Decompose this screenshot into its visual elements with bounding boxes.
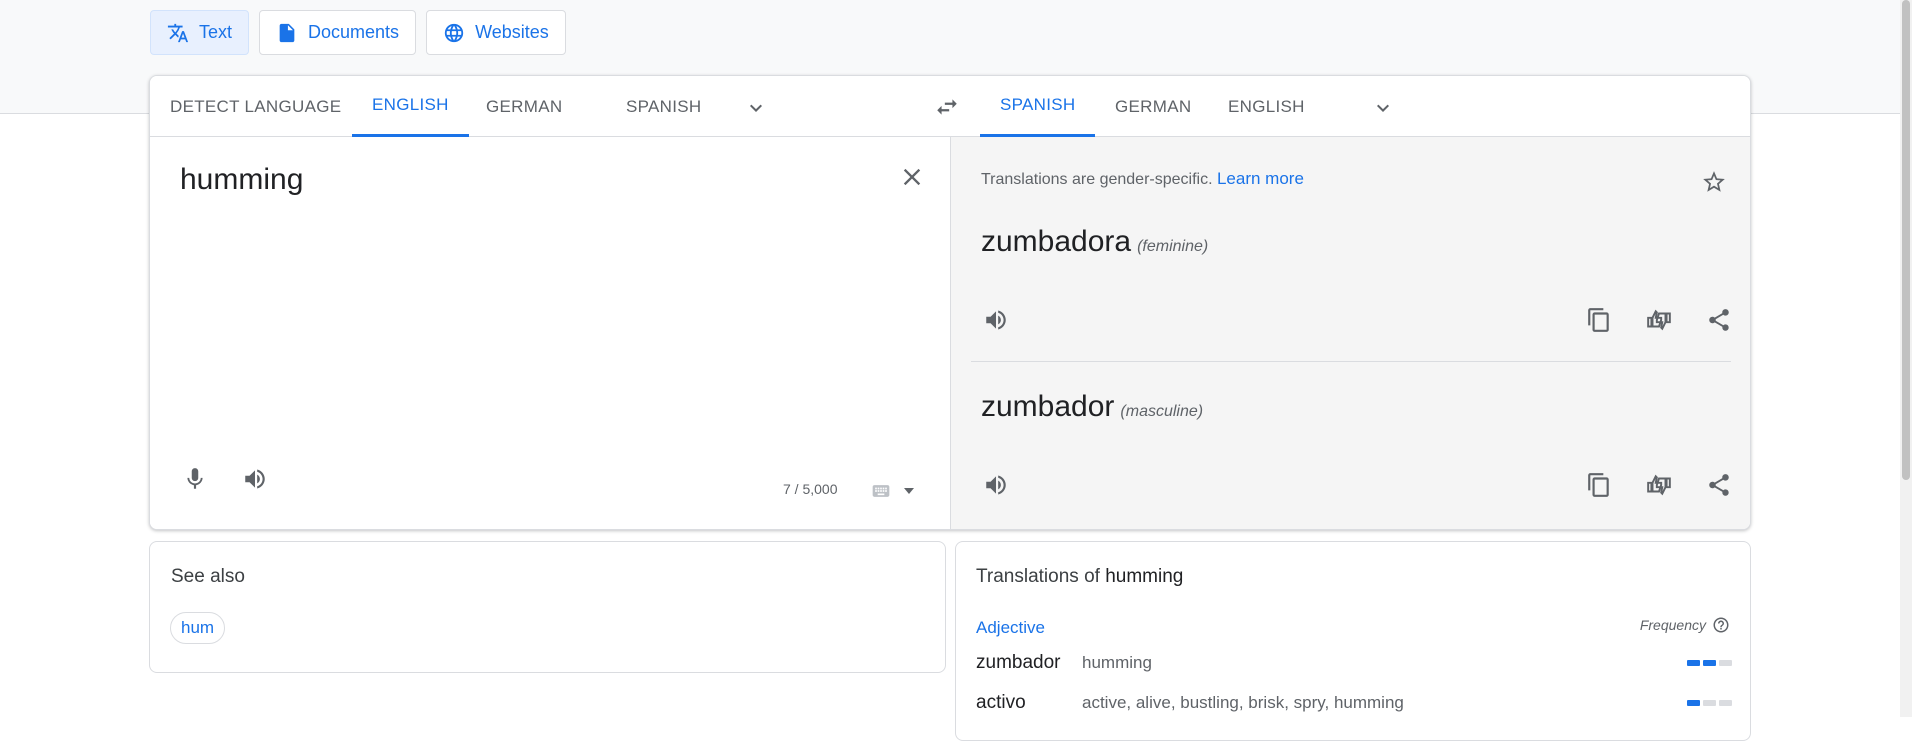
target-tab-english[interactable]: ENGLISH <box>1208 76 1325 137</box>
frequency-bars <box>1687 700 1732 706</box>
copy-icon[interactable] <box>1584 305 1614 335</box>
translations-of-card: Translations of humming Adjective Freque… <box>955 541 1751 741</box>
share-icon[interactable] <box>1704 305 1734 335</box>
target-more-chevron-icon[interactable] <box>1371 96 1395 120</box>
translations-of-term: humming <box>1105 566 1184 587</box>
keyboard-selector[interactable] <box>868 481 914 501</box>
translation-word: zumbadora <box>981 225 1132 258</box>
microphone-icon[interactable] <box>180 464 210 494</box>
translations-of-heading: Translations of humming <box>976 566 1183 588</box>
translation-row[interactable]: zumbador humming <box>976 648 1732 678</box>
character-count: 7 / 5,000 <box>783 481 838 497</box>
frequency-label: Frequency <box>1639 617 1706 633</box>
translations-of-prefix: Translations of <box>976 566 1100 587</box>
frequency-header: Frequency <box>1640 616 1730 634</box>
language-bar: DETECT LANGUAGE ENGLISH GERMAN SPANISH S… <box>150 76 1750 137</box>
translation-row[interactable]: activo active, alive, bustling, brisk, s… <box>976 688 1732 718</box>
mode-websites-label: Websites <box>475 22 549 42</box>
rate-translation-icon[interactable] <box>1644 305 1674 335</box>
target-pane: Translations are gender-specific. Learn … <box>950 137 1750 529</box>
save-star-icon[interactable] <box>1699 167 1729 197</box>
help-icon[interactable] <box>1712 616 1730 634</box>
learn-more-link[interactable]: Learn more <box>1217 169 1304 188</box>
mode-text-label: Text <box>199 22 233 42</box>
source-more-chevron-icon[interactable] <box>744 96 768 120</box>
scrollbar-thumb[interactable] <box>1902 0 1910 480</box>
source-tab-german[interactable]: GERMAN <box>466 76 582 137</box>
gender-note: Translations are gender-specific. Learn … <box>981 169 1304 189</box>
target-tab-spanish[interactable]: SPANISH <box>980 76 1096 137</box>
translation-row-word: activo <box>976 692 1026 713</box>
translation-row-synonyms: humming <box>1082 653 1152 672</box>
gender-tag: (masculine) <box>1120 403 1204 420</box>
results-divider <box>971 361 1731 362</box>
translation-result-feminine: zumbadora (feminine) <box>981 225 1208 259</box>
source-tab-detect[interactable]: DETECT LANGUAGE <box>150 76 361 137</box>
share-icon[interactable] <box>1704 470 1734 500</box>
translator-card: DETECT LANGUAGE ENGLISH GERMAN SPANISH S… <box>149 75 1751 530</box>
translation-row-synonyms: active, alive, bustling, brisk, spry, hu… <box>1082 693 1404 712</box>
gender-tag: (feminine) <box>1137 238 1209 255</box>
translate-icon <box>167 23 189 42</box>
speaker-icon[interactable] <box>981 305 1011 335</box>
see-also-card: See also hum <box>149 541 946 673</box>
target-tab-german[interactable]: GERMAN <box>1095 76 1211 137</box>
translation-word: zumbador <box>981 390 1115 423</box>
mode-documents-label: Documents <box>308 22 400 42</box>
mode-selector: Text Documents Websites <box>150 10 566 55</box>
source-tab-spanish[interactable]: SPANISH <box>606 76 721 137</box>
document-icon <box>279 23 295 42</box>
source-speaker-icon[interactable] <box>240 464 270 494</box>
mode-documents-button[interactable]: Documents <box>259 10 417 55</box>
page-scrollbar[interactable] <box>1900 0 1912 717</box>
caret-down-icon <box>904 488 914 494</box>
globe-icon <box>444 23 464 42</box>
copy-icon[interactable] <box>1584 470 1614 500</box>
speaker-icon[interactable] <box>981 470 1011 500</box>
gender-note-text: Translations are gender-specific. <box>981 171 1213 188</box>
frequency-bars <box>1687 660 1732 666</box>
translation-result-masculine: zumbador (masculine) <box>981 390 1203 424</box>
source-pane[interactable]: humming 7 / 5,000 <box>150 137 950 529</box>
translation-row-word: zumbador <box>976 652 1061 673</box>
mode-websites-button[interactable]: Websites <box>426 10 566 55</box>
swap-languages-icon[interactable] <box>934 94 960 120</box>
keyboard-icon <box>872 485 890 497</box>
mode-text-button[interactable]: Text <box>150 10 250 55</box>
see-also-title: See also <box>171 566 245 587</box>
rate-translation-icon[interactable] <box>1644 470 1674 500</box>
source-tab-english[interactable]: ENGLISH <box>352 76 469 137</box>
see-also-chip-hum[interactable]: hum <box>170 612 226 644</box>
part-of-speech-label: Adjective <box>976 618 1045 637</box>
source-textarea[interactable]: humming <box>180 163 303 197</box>
clear-close-icon[interactable] <box>898 163 926 191</box>
